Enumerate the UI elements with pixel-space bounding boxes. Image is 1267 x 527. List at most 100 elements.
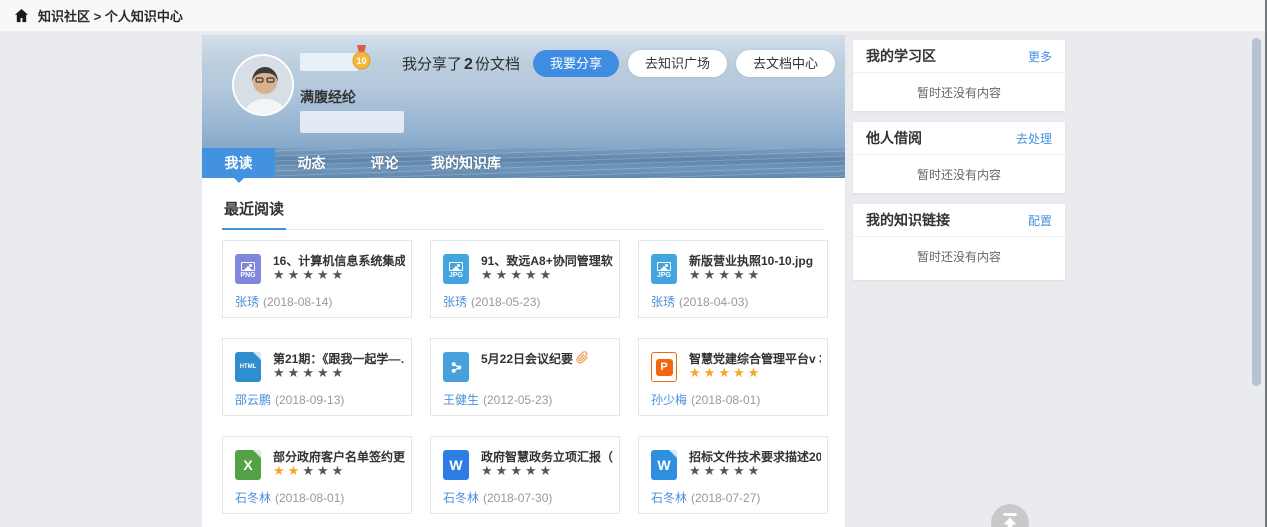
panel-empty-state: 暂时还没有内容 [853,155,1065,183]
author-link[interactable]: 石冬林 [443,491,479,505]
file-letter: W [657,457,670,473]
star-empty-icon: ★ [332,267,347,282]
tab-1[interactable]: 动态 [275,148,348,178]
author-link[interactable]: 张琇 [235,295,259,309]
doc-date: (2018-08-14) [263,295,332,309]
doc-card[interactable]: JPG91、致远A8+协同管理软…★★★★★张琇(2018-05-23) [430,240,620,318]
file-ext-label: PNG [240,272,255,279]
tab-2[interactable]: 评论 [348,148,421,178]
star-empty-icon: ★ [510,267,525,282]
avatar[interactable] [232,54,294,116]
panel-header: 他人借阅 去处理 [853,122,1065,155]
star-filled-icon: ★ [733,365,748,380]
panel-action-link[interactable]: 更多 [1028,48,1052,65]
rating-stars: ★★★★★ [273,365,346,381]
author-link[interactable]: 张琇 [651,295,675,309]
star-empty-icon: ★ [540,463,555,478]
profile-banner: 10 满腹经纶 我分享了2份文档 我要分享 去知识广场 去文档中心 我读动态评论… [202,35,845,178]
file-icon-w: W [651,450,677,480]
doc-date: (2018-07-27) [691,491,760,505]
author-link[interactable]: 石冬林 [651,491,687,505]
empty-text: 暂时还没有内容 [917,250,1001,264]
doc-card[interactable]: X部分政府客户名单签约更…★★★★★石冬林(2018-08-01) [222,436,412,514]
redacted-info-block [300,111,404,133]
author-line: 石冬林(2018-08-01) [235,489,344,506]
star-filled-icon: ★ [273,463,288,478]
star-filled-icon: ★ [288,463,303,478]
profile-tabs: 我读动态评论我的知识库 [202,148,511,178]
knowledge-plaza-button[interactable]: 去知识广场 [628,50,727,77]
tab-3[interactable]: 我的知识库 [421,148,511,178]
attachment-paperclip-icon [576,351,589,367]
author-line: 孙少梅 (2018-08-01) [651,391,760,408]
file-letter: X [243,457,252,473]
share-button[interactable]: 我要分享 [533,50,619,77]
level-medal-icon: 10 [352,45,371,70]
star-empty-icon: ★ [302,267,317,282]
panel-empty-state: 暂时还没有内容 [853,237,1065,265]
author-link[interactable]: 张琇 [443,295,467,309]
doc-date: (2018-09-13) [275,393,344,407]
panel-action-link[interactable]: 配置 [1028,212,1052,229]
sidebar-panel-2: 我的知识链接配置暂时还没有内容 [853,204,1065,280]
star-empty-icon: ★ [689,267,704,282]
star-empty-icon: ★ [302,463,317,478]
star-empty-icon: ★ [288,365,303,380]
author-link[interactable]: 石冬林 [235,491,271,505]
star-empty-icon: ★ [748,463,763,478]
share-summary: 我分享了2份文档 [402,53,520,74]
empty-text: 暂时还没有内容 [917,86,1001,100]
star-empty-icon: ★ [481,267,496,282]
star-empty-icon: ★ [273,365,288,380]
author-link[interactable]: 邵云鹏 [235,393,271,407]
doc-card[interactable]: PNG16、计算机信息系统集成…★★★★★张琇(2018-08-14) [222,240,412,318]
doc-card[interactable]: W政府智慧政务立项汇报（…★★★★★石冬林(2018-07-30) [430,436,620,514]
sidebar-panel-0: 我的学习区 更多暂时还没有内容 [853,40,1065,111]
star-empty-icon: ★ [317,463,332,478]
star-empty-icon: ★ [689,463,704,478]
empty-text: 暂时还没有内容 [917,168,1001,182]
home-icon[interactable] [14,8,29,23]
star-empty-icon: ★ [704,267,719,282]
author-line: 王健生(2012-05-23) [443,391,552,408]
doc-title: 5月22日会议纪要 [481,350,613,367]
doc-card[interactable]: W招标文件技术要求描述20…★★★★★石冬林(2018-07-27) [638,436,828,514]
doc-card[interactable]: P智慧党建综合管理平台v 3…★★★★★孙少梅(2018-08-01) [638,338,828,416]
back-to-top-button[interactable] [991,504,1029,527]
panel-title: 他人借阅 [866,128,922,148]
doc-card[interactable]: HTML第21期：《跟我一起学—…★★★★★邵云鹏(2018-09-13) [222,338,412,416]
star-empty-icon: ★ [525,267,540,282]
rating-stars: ★★★★★ [481,463,554,479]
file-ext-label: JPG [449,272,463,279]
image-glyph [657,262,671,271]
star-filled-icon: ★ [748,365,763,380]
doc-center-button[interactable]: 去文档中心 [736,50,835,77]
tab-0[interactable]: 我读 [202,148,275,178]
recent-section-header: 最近阅读 [222,198,825,230]
main-content: 最近阅读 PNG16、计算机信息系统集成…★★★★★张琇(2018-08-14)… [202,178,845,527]
file-ext-label: HTML [240,364,257,370]
star-filled-icon: ★ [704,365,719,380]
scrollbar-thumb[interactable] [1252,38,1261,386]
author-line: 石冬林 (2018-07-27) [651,489,760,506]
image-glyph [449,262,463,271]
author-link[interactable]: 孙少梅 [651,393,687,407]
star-filled-icon: ★ [689,365,704,380]
panel-action-link[interactable]: 去处理 [1016,130,1052,147]
doc-date: (2018-07-30) [483,491,552,505]
panel-empty-state: 暂时还没有内容 [853,73,1065,101]
doc-card[interactable]: 5月22日会议纪要王健生(2012-05-23) [430,338,620,416]
doc-card[interactable]: JPG新版营业执照10-10.jpg★★★★★张琇(2018-04-03) [638,240,828,318]
panel-title: 我的学习区 [866,46,936,66]
file-icon-png: PNG [235,254,261,284]
breadcrumb-bar: 知识社区 > 个人知识中心 [0,0,1267,31]
panel-header: 我的知识链接配置 [853,204,1065,237]
star-empty-icon: ★ [733,463,748,478]
doc-date: (2018-08-01) [691,393,760,407]
star-empty-icon: ★ [540,267,555,282]
star-empty-icon: ★ [332,463,347,478]
star-empty-icon: ★ [733,267,748,282]
section-title: 最近阅读 [222,198,286,230]
author-link[interactable]: 王健生 [443,393,479,407]
arrow-up-to-top-icon [999,511,1021,527]
